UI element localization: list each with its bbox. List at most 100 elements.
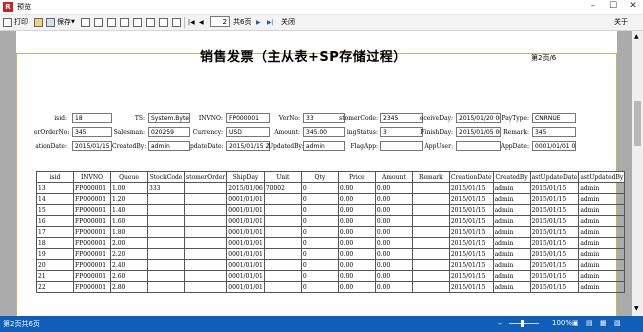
table-cell: 0.00 xyxy=(374,193,413,205)
status-page-text: 第2页共6页 xyxy=(3,320,40,328)
field-label-customer-code: stomerCode: xyxy=(339,115,378,122)
field-label-isid: isid: xyxy=(54,115,67,122)
last-page-icon[interactable]: ▶| xyxy=(267,17,274,28)
save-button[interactable]: 保存 xyxy=(57,17,71,28)
table-cell: 2015/01/06 xyxy=(226,182,265,194)
prev-page-icon[interactable]: ◀ xyxy=(199,17,204,28)
table-cell: FP000001 xyxy=(73,237,111,249)
scroll-down-icon[interactable]: ▼ xyxy=(634,305,639,312)
table-cell: 2015/01/15 xyxy=(448,226,494,238)
toolbar-divider xyxy=(184,17,185,28)
table-cell: 0 xyxy=(300,259,339,271)
column-header: Qty xyxy=(300,171,339,183)
field-label-app-user: AppUser: xyxy=(424,143,453,150)
table-cell: admin xyxy=(492,182,531,194)
zoom-slider-handle[interactable] xyxy=(521,320,524,327)
scroll-up-icon[interactable]: ▲ xyxy=(634,33,639,40)
table-cell xyxy=(183,270,228,282)
table-cell: 15 xyxy=(36,204,74,216)
table-cell: 2015/01/15 xyxy=(448,193,494,205)
table-cell: 0.00 xyxy=(337,193,376,205)
column-header: ShipDay xyxy=(226,171,265,183)
table-cell: 2015/01/15 xyxy=(448,248,494,260)
field-value-order-no: 345 xyxy=(72,127,112,137)
field-label-flag-app: FlagApp: xyxy=(350,143,378,150)
whole-page-icon[interactable] xyxy=(159,18,168,27)
field-label-update-date: pdateDate: xyxy=(190,143,224,150)
table-row: 18 FP000001 2.00 0001/01/01 0 0.00 0.00 2015/01… xyxy=(36,237,626,249)
column-header: StockCode xyxy=(147,171,185,183)
mail-icon[interactable] xyxy=(81,18,90,27)
about-button[interactable]: 关于 xyxy=(614,17,628,28)
single-page-icon[interactable] xyxy=(120,18,129,27)
table-cell: FP000001 xyxy=(73,281,111,293)
zoom-out-icon[interactable]: – xyxy=(498,319,502,328)
table-cell: 0 xyxy=(300,215,339,227)
table-cell xyxy=(183,215,228,227)
table-row: 14 FP000001 1.20 0001/01/01 0 0.00 0.00 2015/01… xyxy=(36,193,626,205)
table-cell: admin xyxy=(492,204,531,216)
table-cell xyxy=(263,215,302,227)
multi-page-icon[interactable] xyxy=(133,18,142,27)
two-page-icon[interactable]: ▦ xyxy=(600,319,607,327)
four-page-icon[interactable]: ▧ xyxy=(614,319,621,327)
field-label-creation-date: ationDate: xyxy=(35,143,67,150)
magnifier-icon[interactable] xyxy=(107,18,116,27)
table-row: 13 FP000001 1.00 333 2015/01/06 70002 0 0.00 0.0… xyxy=(36,182,626,194)
table-cell: 0.00 xyxy=(374,259,413,271)
page-number-input[interactable]: 2 xyxy=(210,16,230,27)
table-row: 19 FP000001 2.20 0001/01/01 0 0.00 0.00 2015/01… xyxy=(36,248,626,260)
zoom-icon[interactable] xyxy=(172,18,181,27)
print-button[interactable]: 打印 xyxy=(14,17,28,28)
printer-icon[interactable] xyxy=(3,18,12,27)
field-value-remark: 345 xyxy=(532,127,576,137)
table-cell: 0.00 xyxy=(374,215,413,227)
table-cell: 0.00 xyxy=(337,259,376,271)
vertical-scrollbar[interactable]: ▲ ▼ xyxy=(632,31,643,316)
fit-page-icon[interactable]: ▣ xyxy=(572,319,579,327)
table-cell xyxy=(183,248,228,260)
field-value-creation-date: 2015/01/15 22 xyxy=(72,141,112,151)
zoom-slider[interactable] xyxy=(509,323,539,324)
table-cell: admin xyxy=(578,248,626,260)
table-cell: 2015/01/15 xyxy=(529,215,580,227)
status-bar: 第2页共6页 – 100% ▣ ▤ ▦ ▧ xyxy=(0,316,643,332)
chevron-down-icon[interactable]: ▼ xyxy=(71,17,75,28)
table-cell xyxy=(147,215,185,227)
open-folder-icon[interactable] xyxy=(34,18,43,27)
table-cell: 2015/01/15 xyxy=(448,182,494,194)
table-cell xyxy=(147,237,185,249)
field-label-amount: Amount: xyxy=(274,129,300,136)
table-cell: 2015/01/15 xyxy=(529,193,580,205)
table-cell: 19 xyxy=(36,248,74,260)
maximize-button[interactable]: ☐ xyxy=(603,0,623,14)
table-cell: 1.80 xyxy=(110,226,148,238)
table-cell: 0001/01/01 xyxy=(226,281,265,293)
table-cell: 2015/01/15 xyxy=(448,259,494,271)
detail-table: isid INVNO Queue StockCode stomerOrder S… xyxy=(36,171,626,293)
table-cell: 0001/01/01 xyxy=(226,215,265,227)
scrollbar-thumb[interactable] xyxy=(634,101,641,146)
table-row: 17 FP000001 1.80 0001/01/01 0 0.00 0.00 2015/01… xyxy=(36,226,626,238)
page-width-icon[interactable] xyxy=(146,18,155,27)
table-cell xyxy=(147,226,185,238)
minimize-button[interactable]: – xyxy=(583,0,603,14)
field-value-update-date: 2015/01/15 22 xyxy=(226,141,270,151)
table-cell: 0 xyxy=(300,281,339,293)
table-cell: admin xyxy=(578,281,626,293)
table-cell: 0001/01/01 xyxy=(226,193,265,205)
first-page-icon[interactable]: |◀ xyxy=(188,17,195,28)
page-setup-icon[interactable] xyxy=(94,18,103,27)
field-value-currency: USD xyxy=(226,127,270,137)
close-window-button[interactable]: ✕ xyxy=(623,0,643,14)
table-cell: 2015/01/15 xyxy=(529,204,580,216)
table-cell: 2.00 xyxy=(110,237,148,249)
fit-width-icon[interactable]: ▤ xyxy=(586,319,593,327)
table-cell: 0.00 xyxy=(374,281,413,293)
table-cell: 0 xyxy=(300,248,339,260)
table-cell xyxy=(147,248,185,260)
column-header: astUpdatedBy xyxy=(578,171,626,183)
floppy-icon[interactable] xyxy=(46,18,55,27)
close-button[interactable]: 关闭 xyxy=(281,17,295,28)
next-page-icon[interactable]: ▶ xyxy=(256,17,261,28)
